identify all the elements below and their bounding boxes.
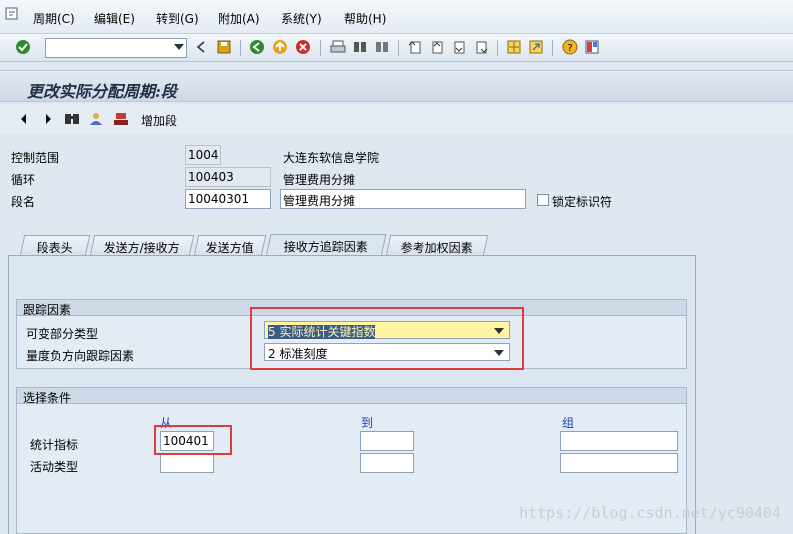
save-icon[interactable]	[216, 39, 232, 55]
layout-icon[interactable]	[584, 39, 600, 55]
tab-label: 接收方追踪因素	[283, 240, 368, 254]
segment-desc: 管理费用分摊	[283, 194, 356, 208]
find-next-icon[interactable]	[374, 39, 390, 55]
segment-value: 10040301	[188, 192, 250, 206]
separator	[320, 40, 321, 56]
segment-desc-field[interactable]: 管理费用分摊	[280, 189, 526, 209]
tab-receiver-tracing-factor[interactable]: 接收方追踪因素	[265, 234, 387, 257]
first-page-icon[interactable]	[407, 39, 423, 55]
menu-goto[interactable]: 转到(G)	[156, 10, 199, 27]
arrow-right-icon[interactable]	[40, 112, 56, 126]
command-field[interactable]	[45, 38, 187, 58]
stamp-icon[interactable]	[113, 112, 129, 126]
tab-label: 发送方/接收方	[103, 241, 180, 255]
controlling-area-field: 1004	[185, 145, 221, 165]
cycle-desc: 管理费用分摊	[283, 173, 356, 187]
variable-portion-label: 可变部分类型	[26, 327, 99, 341]
highlight-box	[250, 307, 524, 370]
lock-label: 锁定标识符	[552, 195, 613, 209]
user-icon[interactable]	[88, 112, 104, 126]
cycle-field: 100403	[185, 167, 271, 187]
stat-key-to-field[interactable]	[360, 431, 414, 451]
measure-label: 量度负方向跟踪因素	[26, 349, 135, 363]
stat-key-label: 统计指标	[30, 438, 79, 452]
page-title: 更改实际分配周期:段	[27, 82, 177, 101]
last-page-icon[interactable]	[473, 39, 489, 55]
back-icon[interactable]	[193, 39, 209, 55]
add-segment-button[interactable]: 增加段	[141, 112, 177, 129]
svg-text:?: ?	[567, 43, 572, 54]
controlling-area-label: 控制范围	[11, 151, 60, 165]
tab-label: 参考加权因素	[400, 241, 473, 255]
cycle-value: 100403	[188, 170, 234, 184]
binoculars-icon[interactable]	[64, 112, 80, 126]
separator	[552, 40, 553, 56]
new-session-icon[interactable]	[506, 39, 522, 55]
tab-sender-values[interactable]: 发送方值	[193, 235, 267, 256]
menu-system[interactable]: 系统(Y)	[281, 10, 322, 27]
highlight-box	[154, 425, 232, 455]
separator	[240, 40, 241, 56]
column-group: 组	[562, 416, 575, 430]
separator	[398, 40, 399, 56]
check-icon[interactable]	[15, 39, 31, 55]
tab-sender-receiver[interactable]: 发送方/接收方	[89, 235, 195, 256]
menu-help[interactable]: 帮助(H)	[344, 10, 386, 27]
exit-icon[interactable]	[272, 39, 288, 55]
separator	[497, 40, 498, 56]
menu-edit[interactable]: 编辑(E)	[94, 10, 135, 27]
column-to: 到	[361, 416, 374, 430]
help-icon[interactable]: ?	[562, 39, 578, 55]
menu-bar: 周期(C) 编辑(E) 转到(G) 附加(A) 系统(Y) 帮助(H)	[0, 0, 793, 34]
activity-type-to-field[interactable]	[360, 453, 414, 473]
controlling-area-value: 1004	[188, 148, 219, 162]
activity-type-from-field[interactable]	[160, 453, 214, 473]
tab-label: 段表头	[36, 241, 73, 255]
watermark: https://blog.csdn.net/yc90404	[519, 504, 781, 522]
controlling-area-desc: 大连东软信息学院	[283, 151, 380, 165]
find-icon[interactable]	[352, 39, 368, 55]
cycle-label: 循环	[11, 173, 36, 187]
arrow-left-icon[interactable]	[16, 112, 32, 126]
application-toolbar: 增加段	[0, 104, 793, 134]
activity-type-label: 活动类型	[30, 460, 79, 474]
shortcut-icon[interactable]	[528, 39, 544, 55]
menu-cycle[interactable]: 周期(C)	[33, 10, 75, 27]
menu-extras[interactable]: 附加(A)	[218, 10, 260, 27]
selection-criteria-title: 选择条件	[17, 388, 686, 405]
title-bar: 更改实际分配周期:段	[0, 70, 793, 102]
cancel-icon[interactable]	[295, 39, 311, 55]
nav-back-icon[interactable]	[249, 39, 265, 55]
tab-receiver-weighting-factor[interactable]: 参考加权因素	[385, 235, 489, 256]
stat-key-group-field[interactable]	[560, 431, 678, 451]
next-page-icon[interactable]	[451, 39, 467, 55]
activity-type-group-field[interactable]	[560, 453, 678, 473]
tab-segment-header[interactable]: 段表头	[19, 235, 91, 256]
print-icon[interactable]	[330, 39, 346, 55]
prev-page-icon[interactable]	[429, 39, 445, 55]
chevron-down-icon[interactable]	[174, 44, 184, 50]
tab-label: 发送方值	[205, 241, 254, 255]
lock-checkbox[interactable]	[537, 194, 549, 206]
segment-name-field[interactable]: 10040301	[185, 189, 271, 209]
menu-icon[interactable]	[5, 7, 19, 21]
segment-label: 段名	[11, 195, 36, 209]
standard-toolbar: ?	[0, 34, 793, 62]
